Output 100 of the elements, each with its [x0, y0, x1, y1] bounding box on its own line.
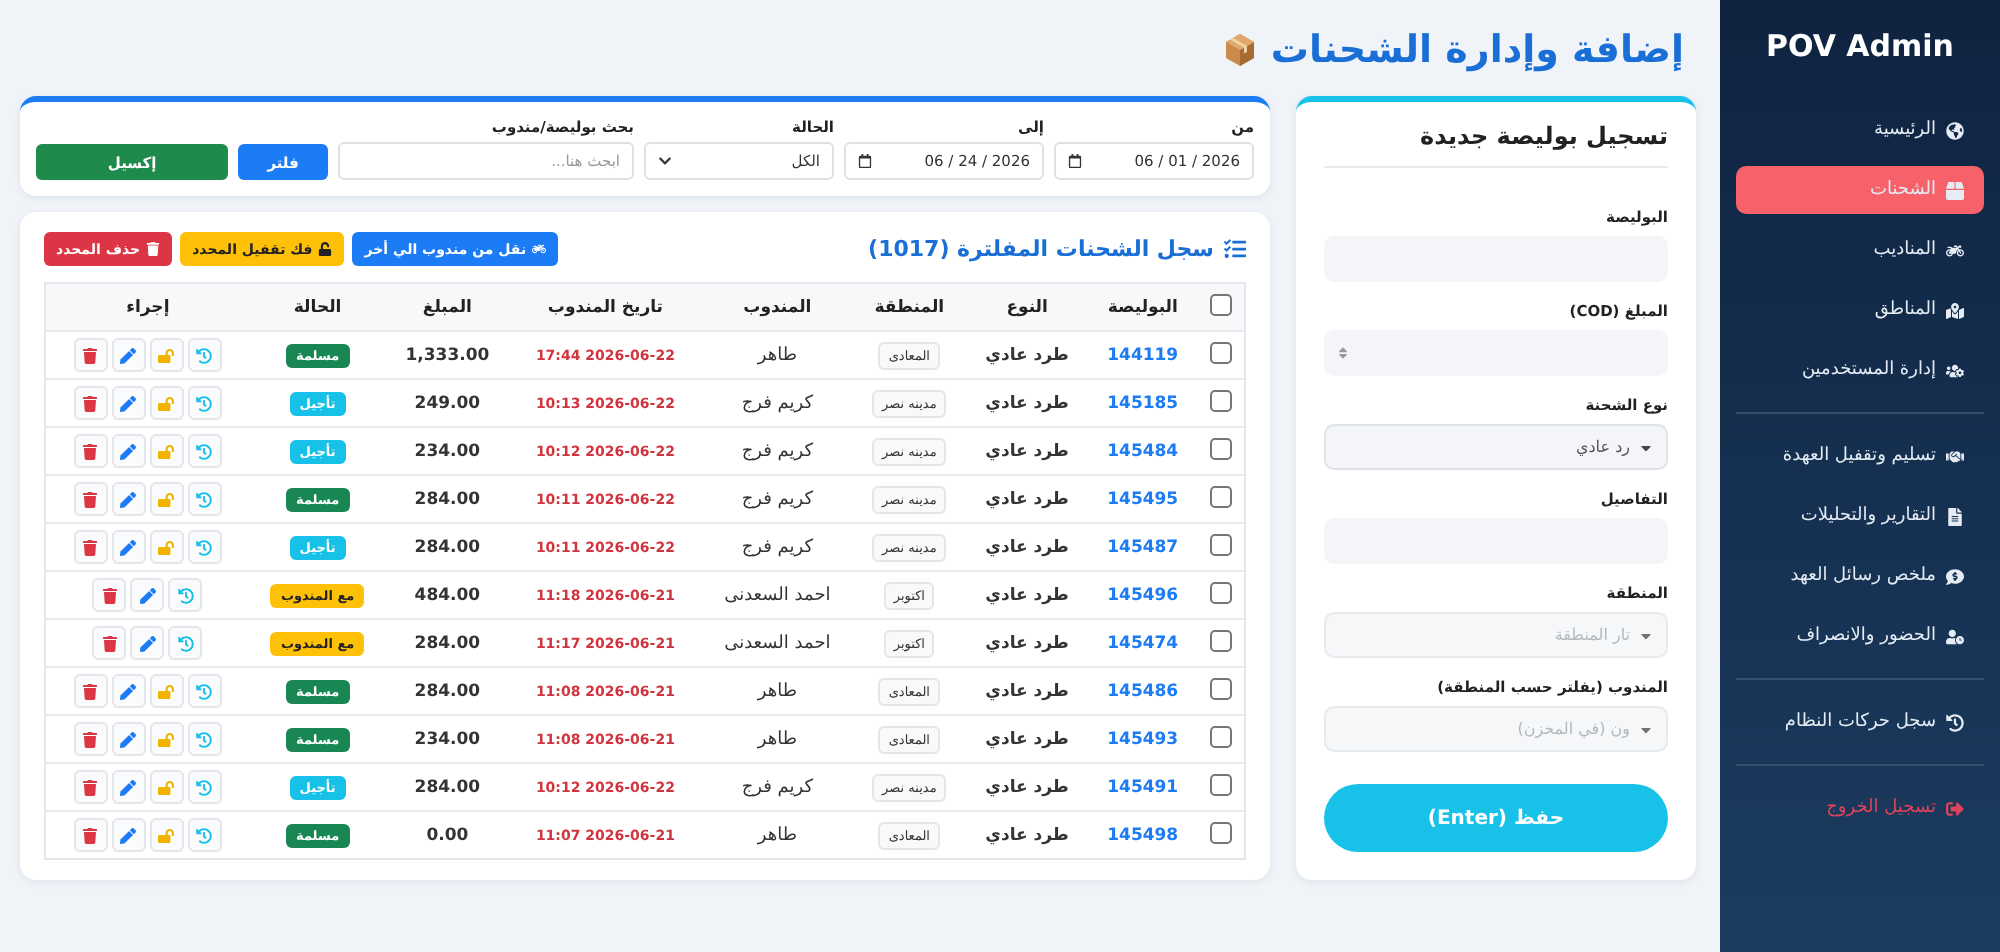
history-button[interactable] [168, 578, 203, 612]
nav-item[interactable]: الحضور والانصراف [1736, 612, 1984, 660]
save-button[interactable]: حفظ (Enter) [1324, 784, 1668, 852]
delete-button[interactable] [73, 386, 108, 420]
spinner-icon [1336, 346, 1350, 360]
history-button[interactable] [187, 338, 222, 372]
waybill-link[interactable]: 144119 [1088, 331, 1197, 379]
nav-item[interactable]: التقارير والتحليلات [1736, 492, 1984, 540]
column-header: الحالة [249, 283, 386, 331]
edit-button[interactable] [111, 818, 146, 852]
delete-button[interactable] [73, 434, 108, 468]
row-checkbox[interactable] [1209, 821, 1232, 843]
row-checkbox[interactable] [1209, 485, 1232, 507]
waybill-link[interactable]: 145185 [1088, 379, 1197, 427]
history-icon [196, 491, 213, 507]
waybill-link[interactable]: 145474 [1088, 619, 1197, 667]
edit-button[interactable] [111, 722, 146, 756]
nav-item[interactable]: تسليم وتقفيل العهدة [1736, 432, 1984, 480]
delete-button[interactable] [73, 818, 108, 852]
row-checkbox[interactable] [1209, 773, 1232, 795]
history-button[interactable] [187, 818, 222, 852]
unlock-icon [318, 242, 333, 256]
edit-button[interactable] [111, 434, 146, 468]
edit-button[interactable] [111, 530, 146, 564]
brand-title: POV Admin [1764, 28, 1956, 64]
delete-button[interactable] [73, 722, 108, 756]
table-cell: طاهر [701, 667, 854, 715]
waybill-link[interactable]: 145487 [1088, 523, 1197, 571]
waybill-link[interactable]: 145496 [1088, 571, 1197, 619]
history-button[interactable] [187, 722, 222, 756]
trash-icon [82, 395, 99, 411]
table-cell: 284.00 [385, 667, 510, 715]
edit-button[interactable] [111, 674, 146, 708]
waybill-link[interactable]: 145493 [1088, 715, 1197, 763]
delete-button[interactable] [73, 482, 108, 516]
pencil-icon [120, 539, 137, 555]
waybill-link[interactable]: 145495 [1088, 475, 1197, 523]
edit-button[interactable] [111, 770, 146, 804]
row-checkbox[interactable] [1209, 581, 1232, 603]
history-button[interactable] [187, 386, 222, 420]
delete-button[interactable] [73, 338, 108, 372]
edit-button[interactable] [111, 338, 146, 372]
row-checkbox[interactable] [1209, 677, 1232, 699]
row-checkbox[interactable] [1209, 389, 1232, 411]
row-checkbox[interactable] [1209, 725, 1232, 747]
table-cell: 234.00 [385, 427, 510, 475]
history-button[interactable] [187, 434, 222, 468]
table-cell: طرد عادي [965, 379, 1089, 427]
select-all-checkbox[interactable] [1209, 293, 1232, 315]
table-cell: 484.00 [385, 571, 510, 619]
history-button[interactable] [187, 770, 222, 804]
table-cell: كريم فرج [701, 763, 854, 811]
history-icon [196, 443, 213, 459]
form-title: تسجيل بوليصة جديدة [1324, 122, 1668, 168]
document-icon [1946, 507, 1964, 525]
row-checkbox[interactable] [1209, 629, 1232, 651]
page-title: إضافة وإدارة الشحنات [1270, 28, 1684, 72]
waybill-link[interactable]: 145498 [1088, 811, 1197, 859]
motorcycle-icon [532, 242, 547, 256]
delete-button[interactable] [73, 530, 108, 564]
trash-icon [82, 347, 99, 363]
history-button[interactable] [187, 482, 222, 516]
delete-button[interactable] [73, 770, 108, 804]
nav-item[interactable]: ملخص رسائل العهد [1736, 552, 1984, 600]
edit-button[interactable] [130, 578, 165, 612]
table-cell: 284.00 [385, 475, 510, 523]
waybill-link[interactable]: 145486 [1088, 667, 1197, 715]
row-checkbox[interactable] [1209, 437, 1232, 459]
nav-item[interactable]: إدارة المستخدمين [1736, 346, 1984, 394]
trash-icon [82, 731, 99, 747]
history-button[interactable] [168, 626, 203, 660]
edit-button[interactable] [111, 386, 146, 420]
history-icon [1946, 713, 1964, 731]
row-checkbox[interactable] [1209, 533, 1232, 555]
column-header: المبلغ [385, 283, 510, 331]
delete-button[interactable] [92, 578, 127, 612]
number-field[interactable] [1324, 330, 1668, 376]
nav-item[interactable]: المناديب [1736, 226, 1984, 274]
row-checkbox[interactable] [1209, 341, 1232, 363]
history-button[interactable] [187, 674, 222, 708]
delete-button[interactable] [73, 674, 108, 708]
column-header: المنطقة [853, 283, 966, 331]
edit-button[interactable] [111, 482, 146, 516]
nav-item[interactable]: المناطق [1736, 286, 1984, 334]
edit-button[interactable] [130, 626, 165, 660]
column-header: تاريخ المندوب [509, 283, 702, 331]
waybill-link[interactable]: 145484 [1088, 427, 1197, 475]
unlock-icon [158, 539, 175, 555]
delete-button[interactable] [92, 626, 127, 660]
nav-item[interactable]: الرئيسية [1736, 106, 1984, 154]
nav-item[interactable]: سجل حركات النظام [1736, 698, 1984, 746]
table-cell: طرد عادي [965, 667, 1089, 715]
handshake-icon [1946, 447, 1964, 465]
nav-item[interactable]: الشحنات [1736, 166, 1984, 214]
chevron-icon [658, 154, 672, 168]
waybill-link[interactable]: 145491 [1088, 763, 1197, 811]
nav-item[interactable]: تسجيل الخروج [1736, 784, 1984, 832]
history-button[interactable] [187, 530, 222, 564]
select-field[interactable]: رد عادي [1324, 424, 1668, 470]
unlock-icon [158, 347, 175, 363]
